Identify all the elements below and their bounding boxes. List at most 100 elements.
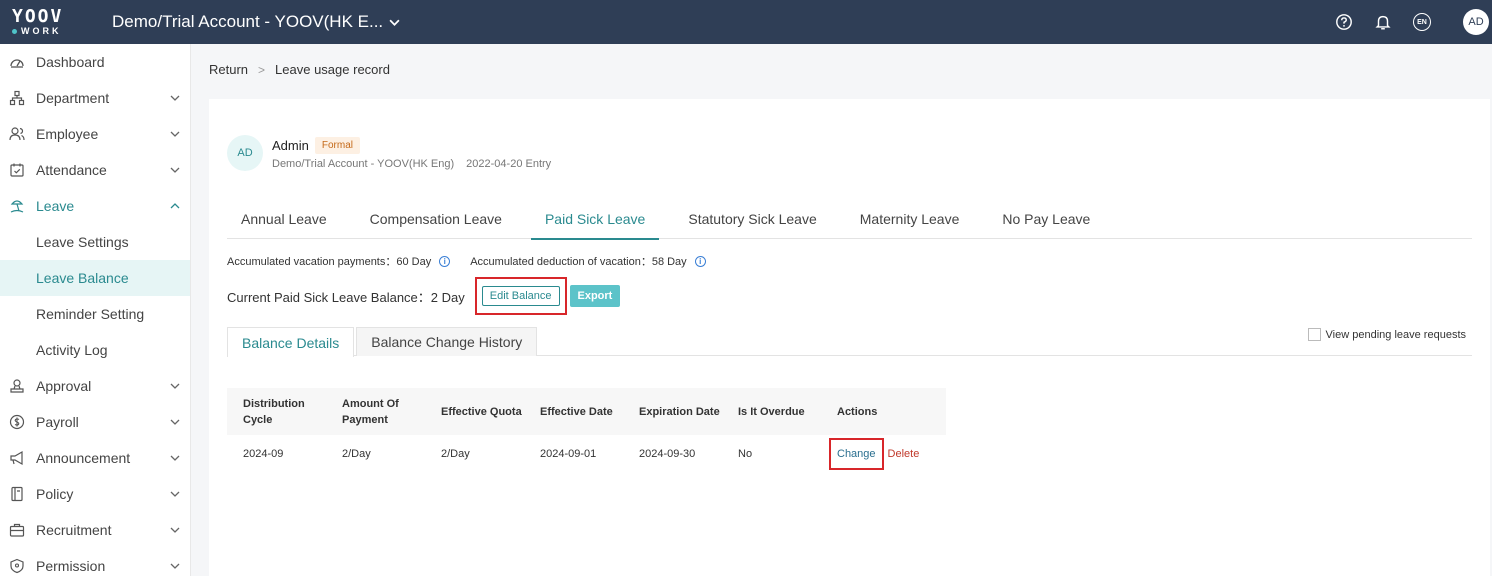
cell-effective-date: 2024-09-01 bbox=[540, 448, 597, 460]
export-button[interactable]: Export bbox=[569, 285, 621, 307]
user-name: Admin bbox=[272, 137, 309, 153]
logo-text: YOOV bbox=[12, 5, 64, 27]
tab-compensation-leave[interactable]: Compensation Leave bbox=[356, 199, 516, 239]
return-link[interactable]: Return bbox=[209, 62, 248, 77]
bell-icon[interactable] bbox=[1373, 12, 1393, 32]
chevron-down-icon bbox=[170, 455, 180, 461]
column-header: Expiration Date bbox=[639, 405, 720, 418]
highlight-box: Change bbox=[829, 438, 884, 470]
tab-balance-details[interactable]: Balance Details bbox=[227, 327, 355, 357]
checkbox[interactable] bbox=[1307, 328, 1321, 341]
sidebar-item-recruitment[interactable]: Recruitment bbox=[0, 512, 190, 548]
avatar: AD bbox=[227, 135, 263, 171]
change-link[interactable]: Change bbox=[837, 448, 876, 460]
sidebar-item-leave[interactable]: Leave bbox=[0, 188, 190, 224]
edit-balance-button[interactable]: Edit Balance bbox=[481, 286, 560, 306]
balance-subtabs: Balance Details Balance Change History bbox=[227, 327, 1472, 357]
sidebar-item-permission[interactable]: Permission bbox=[0, 548, 190, 576]
sidebar-item-reminder-setting[interactable]: Reminder Setting bbox=[0, 296, 190, 332]
permission-icon bbox=[8, 557, 26, 575]
chevron-down-icon bbox=[170, 95, 180, 101]
sidebar-item-approval[interactable]: Approval bbox=[0, 368, 190, 404]
sidebar-item-activity-log[interactable]: Activity Log bbox=[0, 332, 190, 368]
tab-maternity-leave[interactable]: Maternity Leave bbox=[846, 199, 974, 239]
sidebar-item-payroll[interactable]: Payroll bbox=[0, 404, 190, 440]
user-entry-date: 2022-04-20 Entry bbox=[466, 158, 552, 170]
breadcrumb-separator: > bbox=[258, 62, 266, 77]
status-badge: Formal bbox=[314, 136, 360, 154]
current-balance: Current Paid Sick Leave Balance：2 Day bbox=[227, 289, 465, 305]
table-row: 2024-09 2/Day 2/Day 2024-09-01 2024-09-3… bbox=[227, 435, 946, 473]
column-header: Effective Quota bbox=[441, 405, 522, 418]
page-title: Leave usage record bbox=[275, 62, 390, 77]
avatar[interactable]: AD bbox=[1463, 9, 1489, 35]
cell-actions: Change Delete bbox=[821, 438, 920, 470]
language-label: EN bbox=[1413, 13, 1431, 31]
sidebar-item-label: Leave bbox=[36, 198, 75, 214]
sidebar-item-announcement[interactable]: Announcement bbox=[0, 440, 190, 476]
leave-icon bbox=[8, 197, 26, 215]
cell-cycle: 2024-09 bbox=[243, 448, 284, 460]
tab-no-pay-leave[interactable]: No Pay Leave bbox=[988, 199, 1104, 239]
sidebar-item-label: Leave Settings bbox=[36, 234, 129, 250]
attendance-icon bbox=[8, 161, 26, 179]
sidebar-item-label: Activity Log bbox=[36, 342, 108, 358]
sidebar-item-department[interactable]: Department bbox=[0, 80, 190, 116]
breadcrumb: Return > Leave usage record bbox=[209, 62, 390, 77]
column-header: Actions bbox=[837, 405, 878, 418]
account-switcher[interactable]: Demo/Trial Account - YOOV(HK E... bbox=[112, 12, 400, 32]
column-header: Amount Of Payment bbox=[342, 397, 399, 426]
chevron-up-icon bbox=[170, 203, 180, 209]
sidebar: Dashboard Department Employee Attendance… bbox=[0, 44, 191, 576]
tab-annual-leave[interactable]: Annual Leave bbox=[227, 199, 341, 239]
balance-row: Current Paid Sick Leave Balance：2 Day Ed… bbox=[227, 277, 621, 315]
chevron-down-icon bbox=[170, 527, 180, 533]
sidebar-item-leave-balance[interactable]: Leave Balance bbox=[0, 260, 190, 296]
user-company: Demo/Trial Account - YOOV(HK Eng) bbox=[272, 158, 455, 170]
logo-work: WORK bbox=[21, 25, 62, 36]
table-header: Distribution Cycle Amount Of Payment Eff… bbox=[227, 388, 946, 435]
sidebar-item-label: Permission bbox=[36, 558, 106, 574]
info-icon[interactable]: i bbox=[694, 255, 706, 267]
yoov-logo[interactable]: YOOV WORK bbox=[0, 0, 90, 44]
chevron-down-icon bbox=[170, 419, 180, 425]
employee-icon bbox=[8, 125, 26, 143]
sidebar-item-employee[interactable]: Employee bbox=[0, 116, 190, 152]
user-summary: AD Admin Formal Demo/Trial Account - YOO… bbox=[227, 135, 551, 171]
column-header: Effective Date bbox=[540, 405, 613, 418]
column-header: Is It Overdue bbox=[738, 405, 805, 418]
chevron-down-icon bbox=[170, 491, 180, 497]
language-icon[interactable]: EN bbox=[1412, 12, 1432, 32]
accumulated-deduction: Accumulated deduction of vacation：58 Day bbox=[470, 256, 687, 268]
department-icon bbox=[8, 89, 26, 107]
sidebar-item-leave-settings[interactable]: Leave Settings bbox=[0, 224, 190, 260]
sidebar-item-label: Announcement bbox=[36, 450, 131, 466]
pending-requests-toggle[interactable]: View pending leave requests bbox=[1307, 328, 1466, 341]
sidebar-item-policy[interactable]: Policy bbox=[0, 476, 190, 512]
sidebar-item-attendance[interactable]: Attendance bbox=[0, 152, 190, 188]
accumulated-payments: Accumulated vacation payments：60 Day bbox=[227, 256, 432, 268]
tab-paid-sick-leave[interactable]: Paid Sick Leave bbox=[530, 199, 660, 240]
tab-balance-change-history[interactable]: Balance Change History bbox=[356, 327, 538, 356]
recruitment-icon bbox=[8, 521, 26, 539]
chevron-down-icon bbox=[170, 131, 180, 137]
cell-amount: 2/Day bbox=[342, 448, 371, 460]
chevron-down-icon bbox=[170, 383, 180, 389]
info-icon[interactable]: i bbox=[439, 255, 451, 267]
cell-overdue: No bbox=[738, 448, 753, 460]
tab-statutory-sick-leave[interactable]: Statutory Sick Leave bbox=[674, 199, 830, 239]
sidebar-item-label: Employee bbox=[36, 126, 99, 142]
chevron-down-icon bbox=[170, 563, 180, 569]
chevron-down-icon bbox=[389, 19, 400, 26]
sidebar-item-label: Recruitment bbox=[36, 522, 112, 538]
sidebar-item-label: Dashboard bbox=[36, 54, 105, 70]
chevron-down-icon bbox=[170, 167, 180, 173]
sidebar-item-label: Leave Balance bbox=[36, 270, 129, 286]
announcement-icon bbox=[8, 449, 26, 467]
payroll-icon bbox=[8, 413, 26, 431]
main-card: AD Admin Formal Demo/Trial Account - YOO… bbox=[209, 99, 1490, 576]
sidebar-item-dashboard[interactable]: Dashboard bbox=[0, 44, 190, 80]
top-bar: YOOV WORK Demo/Trial Account - YOOV(HK E… bbox=[0, 0, 1492, 44]
help-icon[interactable] bbox=[1334, 12, 1354, 32]
delete-link[interactable]: Delete bbox=[888, 446, 920, 462]
